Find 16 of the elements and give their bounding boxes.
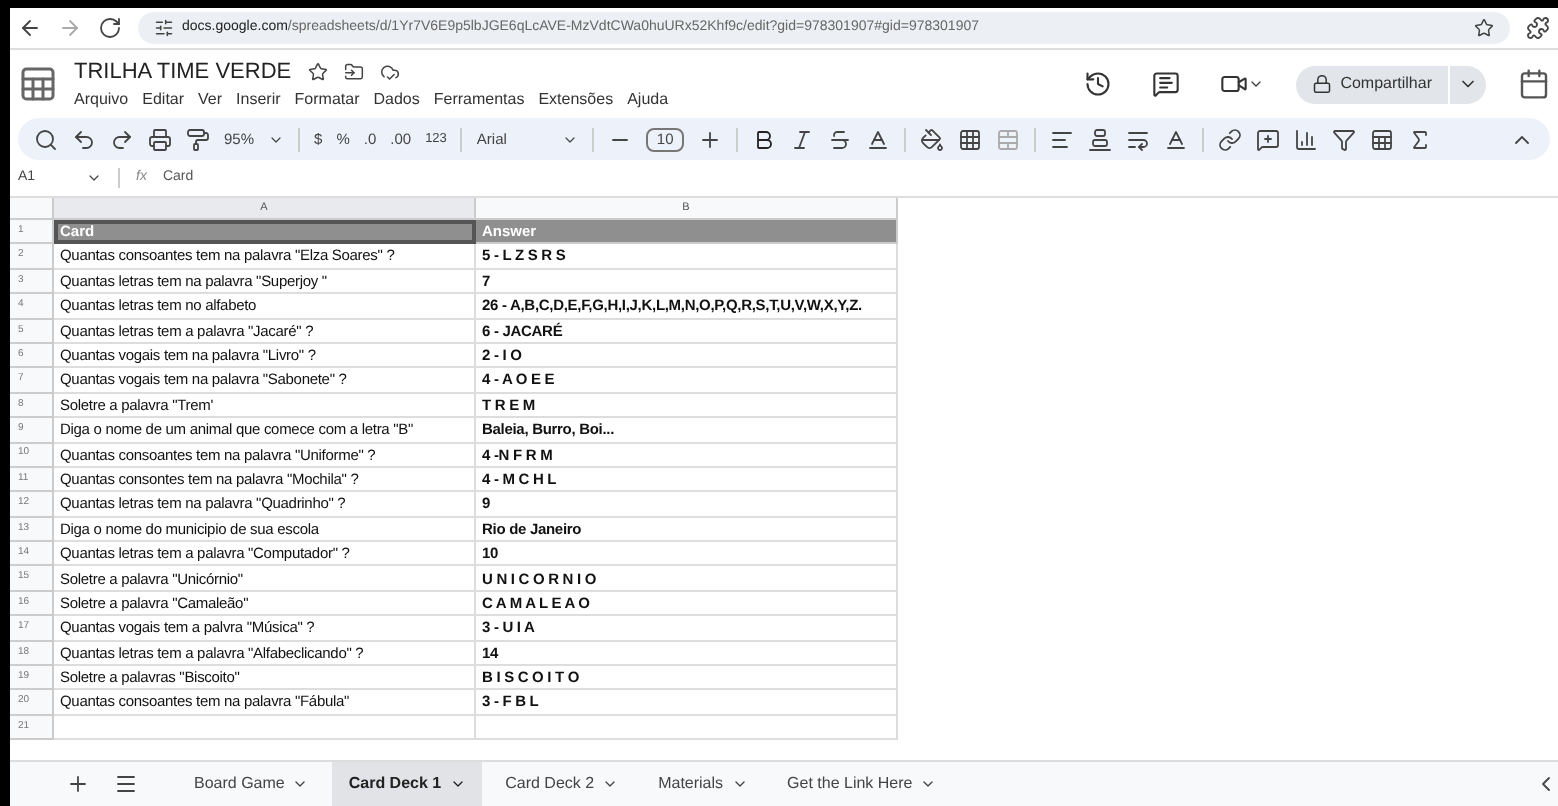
sheet-tab[interactable]: Board Game — [178, 762, 325, 806]
sheet-tab[interactable]: Card Deck 1 — [332, 762, 482, 806]
menu-item[interactable]: Ver — [198, 88, 223, 113]
menu-item[interactable]: Ferramentas — [433, 88, 525, 113]
menu-item[interactable]: Dados — [373, 88, 420, 113]
menu-item[interactable]: Editar — [142, 88, 185, 113]
share-button[interactable]: Compartilhar — [1296, 65, 1448, 103]
menu-item[interactable]: Arquivo — [74, 88, 129, 113]
menu-item[interactable]: Inserir — [236, 88, 281, 113]
sheet-tab[interactable]: Get the Link Here — [771, 762, 953, 806]
sheet-tab[interactable]: Materials — [642, 762, 764, 806]
sheet-tab[interactable]: Card Deck 2 — [489, 762, 635, 806]
document-title[interactable]: TRILHA TIME VERDE — [74, 55, 292, 89]
menu-item[interactable]: Ajuda — [627, 88, 669, 113]
menu-item[interactable]: Formatar — [294, 88, 360, 113]
menu-item[interactable]: Extensões — [538, 88, 614, 113]
